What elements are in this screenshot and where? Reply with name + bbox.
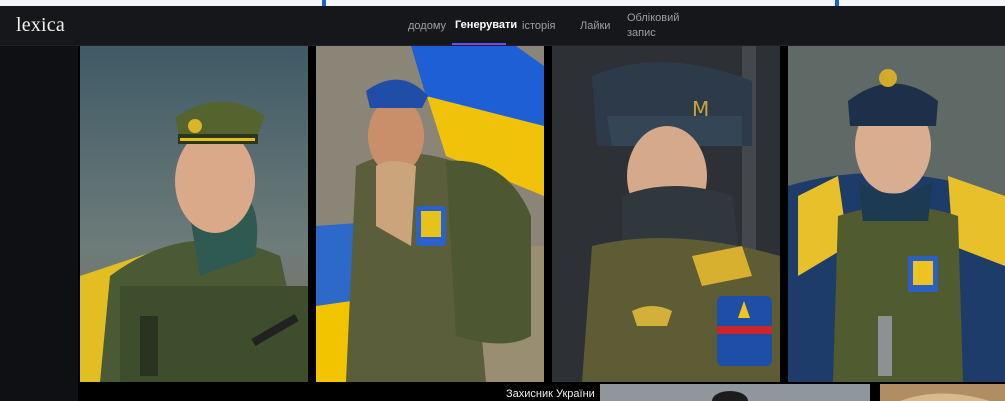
nav-account[interactable]: Обліковий запис [627,12,679,39]
soldier-with-flag-image [316,46,544,382]
gallery-image-2[interactable] [316,46,544,382]
nav-account-line1: Обліковий [627,12,680,24]
partial-image-b [880,384,1005,401]
gallery-image-1[interactable] [80,46,308,382]
nav-account-line2: запис [627,27,656,39]
gallery-image-row2-b[interactable] [880,384,1005,401]
image-caption: Захисник України [506,388,595,400]
left-gutter [0,46,78,401]
soldier-fur-hat-image: M [552,46,780,382]
nav-likes[interactable]: Лайки [580,20,610,32]
nav-history[interactable]: історія [522,20,556,32]
svg-text:M: M [692,97,709,121]
gallery-image-4[interactable] [788,46,1005,382]
app-logo[interactable]: lexica [16,14,65,37]
partial-image-a [600,384,870,401]
gallery-image-row2-a[interactable] [600,384,870,401]
soldier-green-beret-image [80,46,308,382]
nav-generate[interactable]: Генерувати [455,19,517,31]
gallery-image-3[interactable]: M [552,46,780,382]
image-gallery: M [80,46,1005,382]
nav-home[interactable]: додому [408,20,446,32]
top-navbar: lexica додому Генерувати історія Лайки О… [0,6,1005,46]
active-tab-indicator [452,43,506,45]
soldier-beanie-image [788,46,1005,382]
